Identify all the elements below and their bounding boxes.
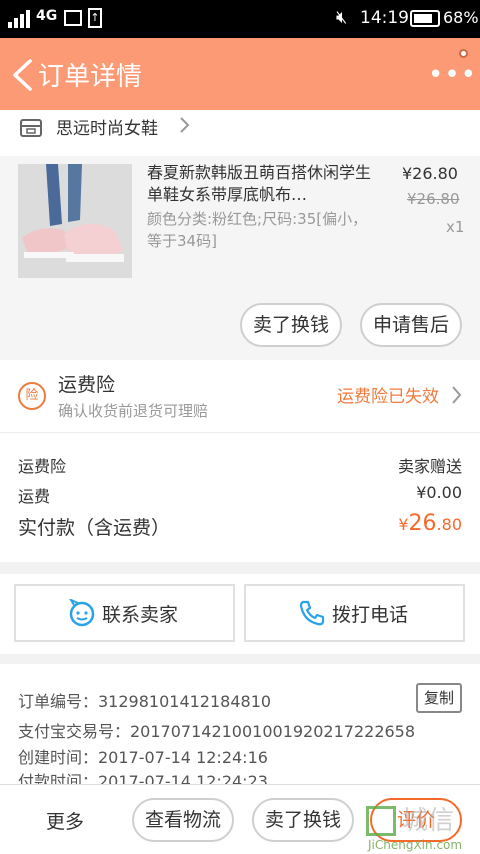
- insurance-status: 运费险已失效: [337, 387, 439, 407]
- product-spec: 颜色分类:粉红色;尺码:35[偏小，等于34码]: [147, 210, 368, 250]
- store-icon: [20, 119, 42, 137]
- fee-value: 卖家赠送: [397, 457, 462, 476]
- upload-icon: ↑: [88, 8, 102, 28]
- contact-seller-button[interactable]: 联系卖家: [14, 584, 235, 642]
- shop-row[interactable]: 思远时尚女鞋: [0, 110, 480, 156]
- chevron-right-icon: [452, 386, 462, 404]
- insurance-subtitle: 确认收货前退货可理赔: [58, 402, 209, 420]
- more-button[interactable]: 更多: [46, 807, 84, 834]
- fee-label: 运费险: [18, 457, 67, 476]
- battery-icon: [410, 10, 440, 27]
- network-type: 4G: [36, 8, 58, 24]
- fee-label: 运费: [18, 487, 51, 506]
- header: 订单详情 •••: [0, 38, 480, 110]
- insurance-name: 运费险: [58, 374, 116, 396]
- product-image[interactable]: [18, 164, 132, 278]
- shipping-insurance-row[interactable]: 险 运费险 确认收货前退货可理赔 运费险已失效: [0, 360, 480, 432]
- chat-icon: [69, 599, 95, 627]
- call-button[interactable]: 拨打电话: [244, 584, 465, 642]
- after-sale-button[interactable]: 申请售后: [360, 303, 462, 347]
- product-quantity: x1: [446, 218, 465, 236]
- order-number: 订单编号：31298101412184810: [18, 692, 272, 711]
- mute-icon: 🔇︎: [336, 7, 348, 28]
- phone-icon: [299, 600, 325, 626]
- bottom-action-bar: 更多 查看物流 卖了换钱 评价: [0, 784, 480, 854]
- sell-button[interactable]: 卖了换钱: [252, 798, 354, 842]
- chevron-right-icon: [180, 117, 190, 133]
- page-title: 订单详情: [38, 62, 143, 92]
- order-info: 订单编号：31298101412184810 复制 支付宝交易号：2017071…: [0, 664, 480, 784]
- contact-seller-label: 联系卖家: [102, 604, 179, 626]
- clock: 14:19: [360, 8, 409, 28]
- insurance-badge: 险: [18, 382, 46, 410]
- product-card: 春夏新款韩版丑萌百搭休闲学生单鞋女系带厚底帆布… 颜色分类:粉红色;尺码:35[…: [0, 156, 480, 360]
- sell-button[interactable]: 卖了换钱: [240, 303, 342, 347]
- product-original-price: ¥26.80: [407, 190, 460, 208]
- paid-time: 付款时间：2017-07-14 12:24:23: [18, 772, 268, 784]
- image-icon: [64, 10, 82, 26]
- contact-section: 联系卖家 拨打电话: [0, 574, 480, 654]
- battery-percent: 68%: [443, 8, 479, 27]
- call-label: 拨打电话: [332, 604, 409, 626]
- back-icon[interactable]: [10, 58, 36, 92]
- product-title[interactable]: 春夏新款韩版丑萌百搭休闲学生单鞋女系带厚底帆布…: [147, 162, 383, 206]
- fee-value: ¥0.00: [416, 483, 462, 502]
- shop-name: 思远时尚女鞋: [56, 119, 158, 139]
- total-label: 实付款（含运费）: [18, 517, 171, 539]
- fee-summary: 运费险 卖家赠送 运费 ¥0.00 实付款（含运费） ¥26.80: [0, 432, 480, 562]
- more-menu-button[interactable]: •••: [428, 60, 477, 90]
- product-price: ¥26.80: [402, 164, 458, 183]
- status-bar: 4G ↑ 🔇︎ 14:19 68%: [0, 0, 480, 38]
- copy-button[interactable]: 复制: [416, 683, 462, 713]
- notification-dot: [459, 49, 468, 58]
- created-time: 创建时间：2017-07-14 12:24:16: [18, 748, 268, 767]
- view-logistics-button[interactable]: 查看物流: [132, 798, 234, 842]
- signal-icon: [8, 10, 30, 28]
- alipay-number: 支付宝交易号：2017071421001001920217222658: [18, 722, 416, 741]
- review-button[interactable]: 评价: [370, 798, 462, 842]
- total-amount: ¥26.80: [398, 511, 462, 536]
